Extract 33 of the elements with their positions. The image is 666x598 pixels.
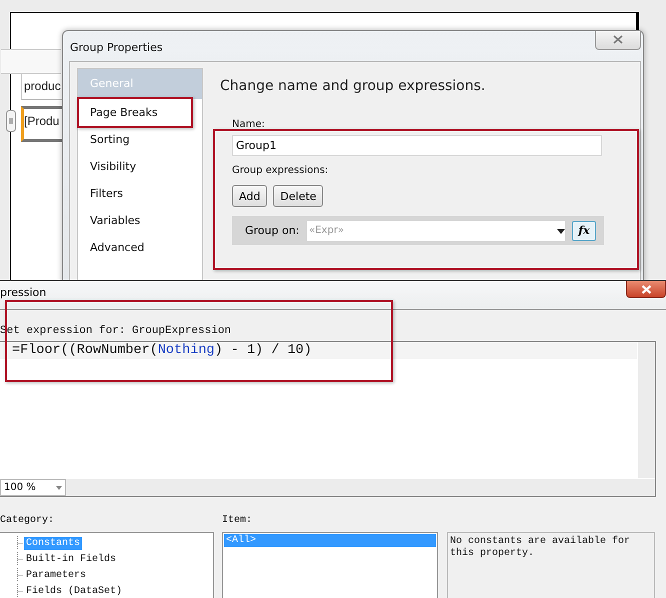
name-field[interactable]: Group1 (232, 135, 602, 156)
page-list-item[interactable]: Advanced (90, 240, 144, 254)
description-text: No constants are available for this property. (447, 532, 655, 598)
action-button[interactable]: Add (232, 185, 268, 207)
close-icon (613, 35, 623, 44)
tree-item[interactable]: Fields (DataSet) (24, 584, 124, 598)
table-cell[interactable]: [Produ (21, 106, 63, 142)
function-button[interactable]: fx (572, 220, 596, 240)
vertical-scrollbar[interactable] (638, 342, 655, 478)
window-title: pression (0, 286, 46, 299)
tree-item[interactable]: Parameters (24, 568, 88, 582)
close-button[interactable] (595, 30, 641, 50)
action-button[interactable]: Delete (273, 185, 324, 207)
field-label: Item: (222, 515, 254, 528)
field-label: Group on: (245, 224, 300, 237)
close-button[interactable] (626, 281, 666, 298)
dropdown-arrow-icon (557, 228, 565, 234)
field-label: Category: (0, 515, 56, 528)
page-list-item[interactable]: Sorting (90, 132, 130, 146)
field-label: Name: (232, 119, 266, 130)
expression-combo[interactable]: «Expr» (307, 220, 565, 240)
close-icon (640, 284, 652, 294)
dropdown-arrow-icon (56, 486, 62, 490)
window-title: Group Properties (70, 40, 163, 54)
page-list-item[interactable]: Variables (90, 214, 140, 228)
tree-item[interactable]: Built-in Fields (24, 552, 118, 566)
zoom-combo[interactable]: 100 % (0, 479, 66, 496)
page-list-item[interactable]: Page Breaks (90, 106, 158, 120)
expression-editor[interactable]: =Floor((RowNumber(Nothing) - 1) / 10) 100 % (0, 341, 656, 497)
field-label: Group expressions: (232, 165, 330, 176)
page-list-item[interactable]: Filters (90, 186, 123, 200)
section-heading: Change name and group expressions. (220, 78, 486, 94)
page-list-item[interactable]: Visibility (90, 160, 136, 174)
